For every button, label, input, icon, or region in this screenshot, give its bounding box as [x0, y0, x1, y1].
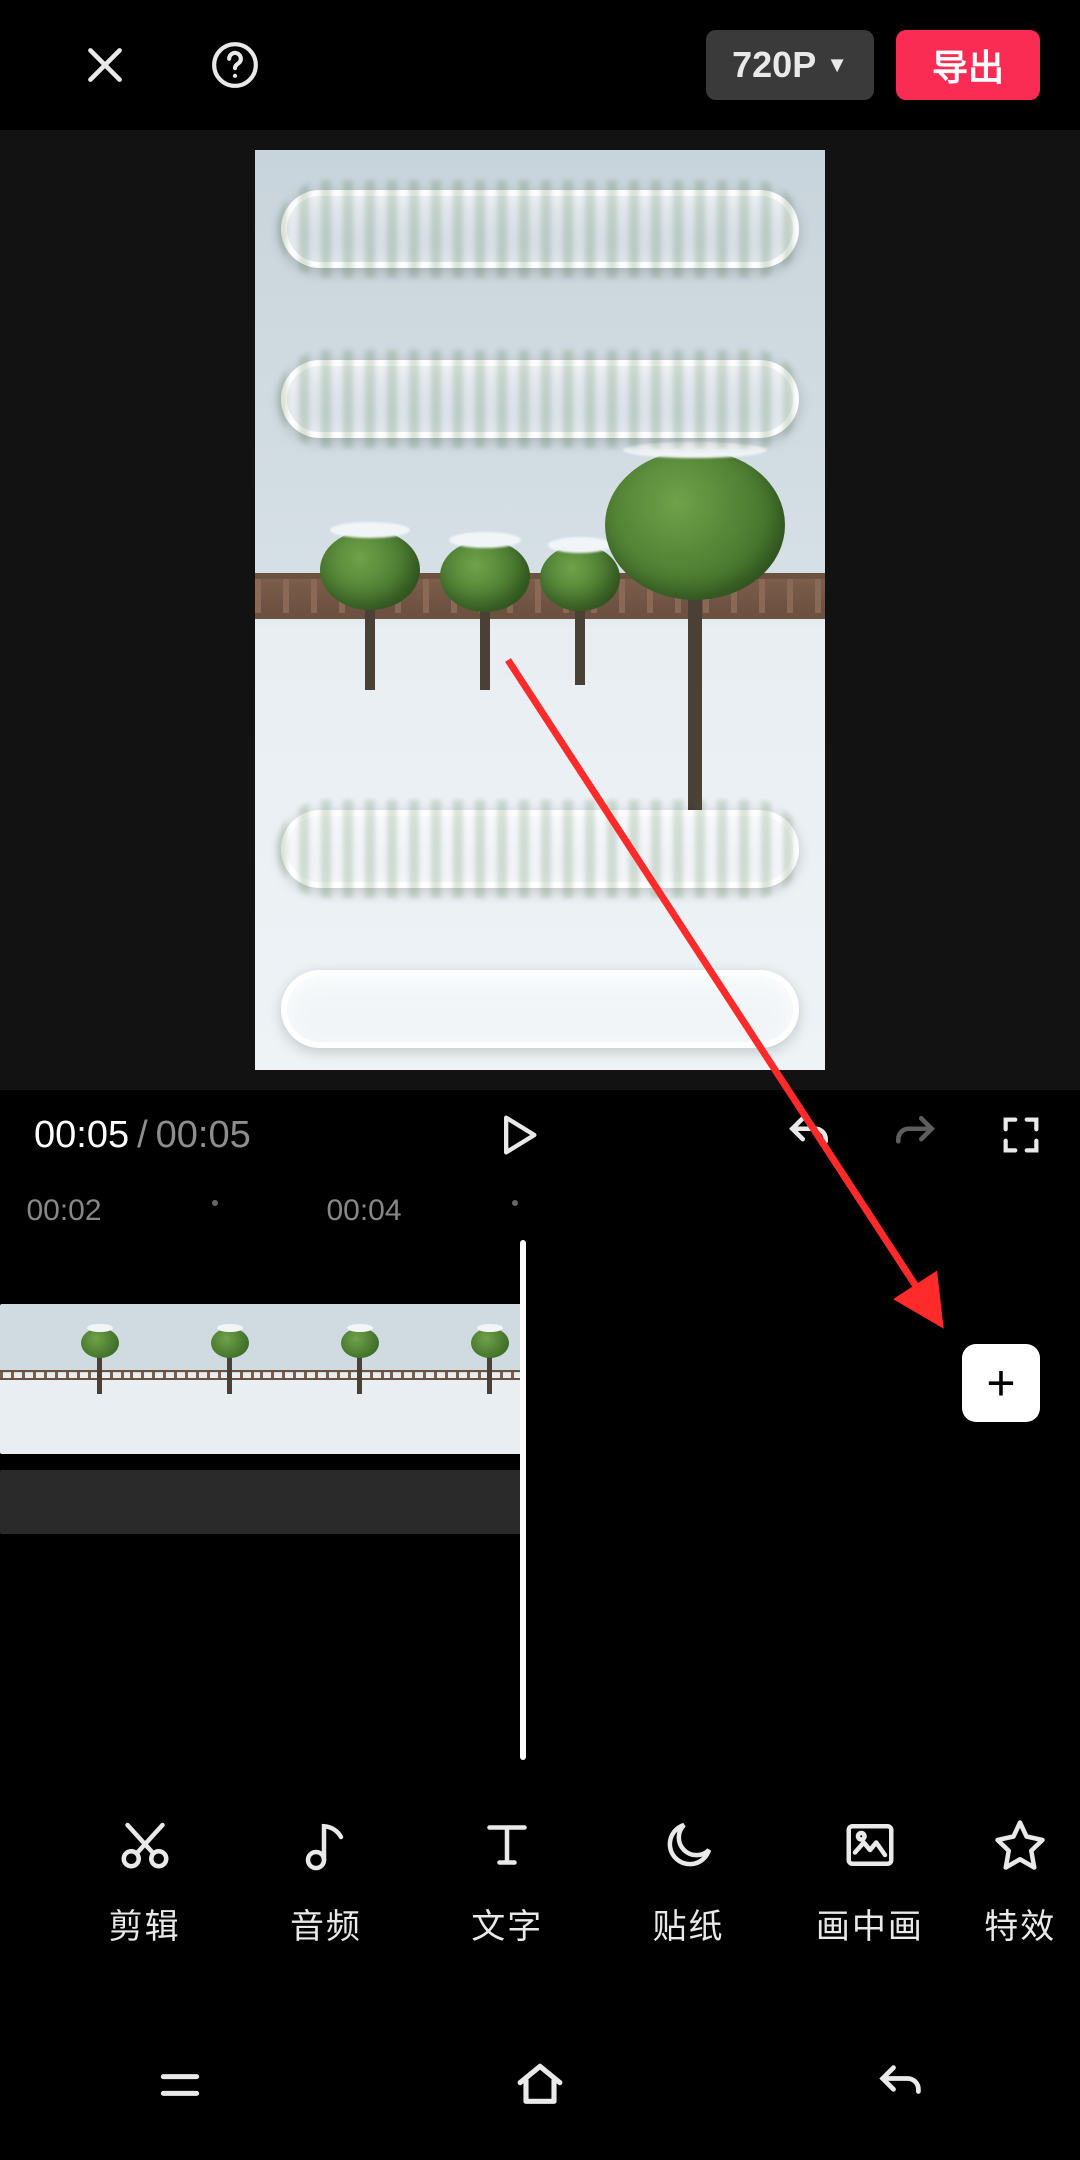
current-time: 00:05: [34, 1114, 129, 1157]
clip-thumbnail: [130, 1304, 260, 1454]
ruler-label: 00:04: [326, 1194, 401, 1228]
total-time: 00:05: [156, 1114, 251, 1157]
plus-icon: +: [986, 1354, 1015, 1412]
home-icon: [507, 2057, 573, 2113]
time-separator: /: [137, 1114, 148, 1157]
fullscreen-icon: [998, 1112, 1044, 1158]
distortion-band: [281, 970, 799, 1048]
audio-track[interactable]: [0, 1470, 522, 1534]
distortion-band: [281, 810, 799, 888]
playhead[interactable]: [520, 1240, 526, 1760]
back-button[interactable]: [855, 2055, 945, 2115]
timecode: 00:05 / 00:05: [34, 1114, 251, 1157]
clip-thumbnail: [390, 1304, 520, 1454]
ruler-label: 00:02: [26, 1194, 101, 1228]
timeline[interactable]: 00:02 00:04 +: [0, 1180, 1080, 1740]
tool-label: 贴纸: [653, 1899, 725, 1948]
redo-icon: [890, 1110, 940, 1160]
tool-audio[interactable]: 音频: [235, 1813, 416, 1948]
add-clip-button[interactable]: +: [962, 1344, 1040, 1422]
close-button[interactable]: [70, 30, 140, 100]
clip-thumbnail: [260, 1304, 390, 1454]
back-icon: [865, 2059, 935, 2111]
preview-tree: [315, 530, 425, 690]
ruler-tick: [212, 1200, 218, 1206]
video-preview[interactable]: [255, 150, 825, 1070]
undo-icon: [784, 1110, 834, 1160]
preview-area: [0, 130, 1080, 1090]
star-icon: [988, 1813, 1052, 1877]
tool-text[interactable]: 文字: [417, 1813, 598, 1948]
recents-button[interactable]: [135, 2055, 225, 2115]
preview-tree: [595, 450, 795, 810]
clip-thumbnail: [0, 1304, 130, 1454]
tool-label: 画中画: [816, 1899, 924, 1948]
player-controls: 00:05 / 00:05: [0, 1090, 1080, 1180]
scissors-icon: [113, 1813, 177, 1877]
resolution-label: 720P: [732, 44, 816, 86]
close-icon: [80, 40, 130, 90]
export-button[interactable]: 导出: [896, 30, 1040, 100]
help-icon: [210, 40, 260, 90]
video-clip[interactable]: [0, 1304, 522, 1454]
tool-label: 特效: [984, 1899, 1056, 1948]
distortion-band: [281, 190, 799, 268]
undo-button[interactable]: [784, 1110, 834, 1160]
export-label: 导出: [932, 39, 1004, 91]
fullscreen-button[interactable]: [996, 1110, 1046, 1160]
sticker-icon: [657, 1813, 721, 1877]
system-nav-bar: [0, 2010, 1080, 2160]
tool-pip[interactable]: 画中画: [779, 1813, 960, 1948]
play-button[interactable]: [491, 1109, 543, 1161]
edit-toolbar: 剪辑 音频 文字 贴纸 画中画 特效: [0, 1770, 1080, 1990]
tool-effects[interactable]: 特效: [960, 1813, 1080, 1948]
time-ruler: 00:02 00:04: [0, 1180, 1080, 1240]
ruler-tick: [512, 1200, 518, 1206]
text-icon: [475, 1813, 539, 1877]
top-bar: 720P ▼ 导出: [0, 0, 1080, 130]
picture-in-picture-icon: [838, 1813, 902, 1877]
tool-label: 文字: [471, 1899, 543, 1948]
home-button[interactable]: [495, 2055, 585, 2115]
redo-button[interactable]: [890, 1110, 940, 1160]
tool-label: 音频: [290, 1899, 362, 1948]
tool-label: 剪辑: [109, 1899, 181, 1948]
music-note-icon: [294, 1813, 358, 1877]
help-button[interactable]: [200, 30, 270, 100]
chevron-down-icon: ▼: [826, 52, 848, 78]
preview-tree: [435, 540, 535, 690]
resolution-button[interactable]: 720P ▼: [706, 30, 874, 100]
tool-cut[interactable]: 剪辑: [54, 1813, 235, 1948]
tool-sticker[interactable]: 贴纸: [598, 1813, 779, 1948]
track-area: +: [0, 1240, 1080, 1760]
distortion-band: [281, 360, 799, 438]
recents-icon: [145, 2060, 215, 2110]
play-icon: [491, 1109, 543, 1161]
